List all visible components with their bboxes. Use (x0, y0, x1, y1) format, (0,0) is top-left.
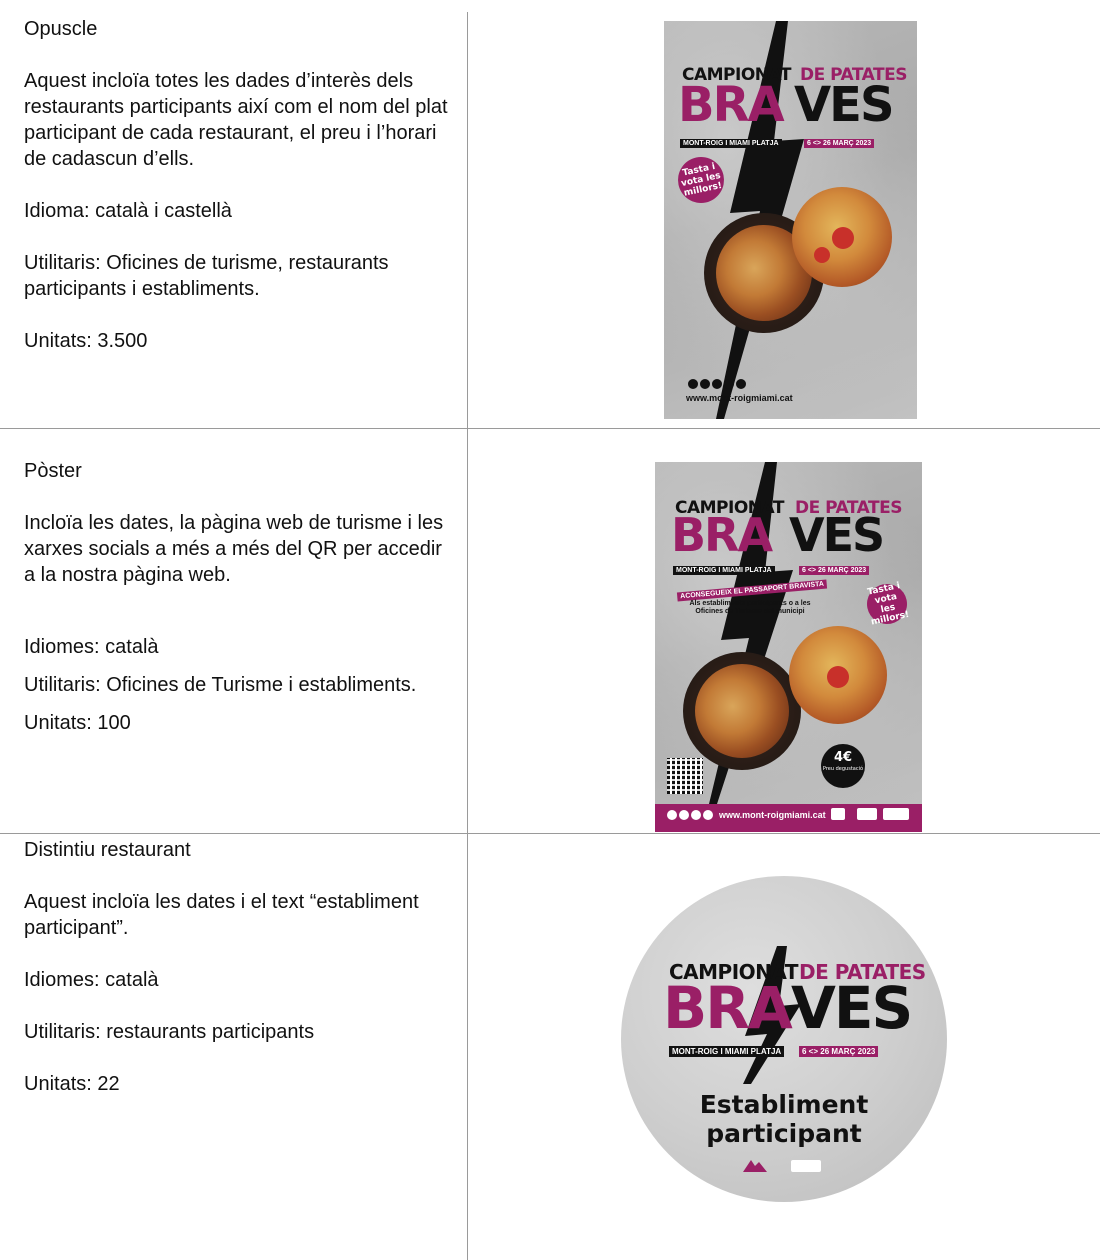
table-row-divider (0, 833, 1100, 834)
row-badge-text: Distintiu restaurant Aquest incloïa les … (24, 837, 454, 1097)
sauce-dot (827, 666, 849, 688)
poster-title-big-left: BRA (671, 508, 773, 562)
tasta-vota-badge: Tasta i vota les millors! (863, 580, 911, 628)
row-users: Utilitaris: Oficines de turisme, restaur… (24, 252, 389, 300)
poster-image: CAMPIONAT DE PATATES BRA VES MONT-ROIG I… (655, 462, 922, 832)
row-description: Aquest incloïa les dates i el text “esta… (24, 891, 419, 939)
price-badge: 4€ Preu degustació (821, 744, 865, 788)
row-units: Unitats: 3.500 (24, 330, 148, 352)
poster-website: www.mont-roigmiami.cat (686, 393, 793, 403)
sticker-location: MONT-ROIG I MIAMI PLATJA (669, 1046, 785, 1057)
sticker-text-line1: Establiment (699, 1090, 869, 1119)
row-description: Incloïa les dates, la pàgina web de turi… (24, 512, 444, 586)
sticker-title-big-right: VES (791, 974, 913, 1042)
facebook-icon (667, 810, 677, 820)
row-units: Unitats: 22 (24, 1073, 120, 1095)
row-units: Unitats: 100 (24, 712, 131, 734)
price-label: Preu degustació (822, 766, 864, 772)
facebook-icon (688, 379, 698, 389)
town-logo (831, 808, 845, 820)
price-value: 4€ (833, 750, 853, 765)
qr-code (667, 758, 703, 794)
sauce-dot (832, 227, 854, 249)
row-language: Idioma: català i castellà (24, 200, 232, 222)
table-row-divider (0, 428, 1100, 429)
opuscle-cover-image: CAMPIONAT DE PATATES BRA VES MONT-ROIG I… (664, 21, 917, 419)
row-users: Utilitaris: Oficines de Turisme i establ… (24, 674, 417, 696)
sauce-dot (814, 247, 830, 263)
tourism-logo (857, 808, 877, 820)
youtube-icon (724, 379, 734, 389)
poster-dates: 6 <> 26 MARÇ 2023 (804, 139, 875, 148)
social-icons (667, 810, 713, 820)
sticker-text-line2: participant (706, 1119, 862, 1148)
poster-website: www.mont-roigmiami.cat (719, 810, 826, 820)
instagram-icon (700, 379, 710, 389)
row-users: Utilitaris: restaurants participants (24, 1021, 315, 1043)
row-heading: Pòster (24, 460, 82, 482)
instagram-icon (679, 810, 689, 820)
row-poster-text: Pòster Incloïa les dates, la pàgina web … (24, 458, 454, 736)
poster-dates: 6 <> 26 MARÇ 2023 (799, 566, 870, 575)
row-language: Idiomes: català (24, 969, 159, 991)
town-logo (743, 1160, 767, 1172)
row-opuscle-text: Opuscle Aquest incloïa totes les dades d… (24, 16, 454, 354)
sticker-title-big-left: BRA (663, 974, 793, 1042)
tourism-logo (791, 1160, 821, 1172)
twitter-icon (691, 810, 701, 820)
passport-text: Als establiments participants o a les Of… (689, 600, 811, 615)
youtube-icon (703, 810, 713, 820)
costa-daurada-logo (883, 808, 909, 820)
row-language: Idiomes: català (24, 636, 159, 658)
twitter-icon (712, 379, 722, 389)
social-icons (688, 379, 746, 389)
row-heading: Opuscle (24, 18, 98, 40)
row-heading: Distintiu restaurant (24, 839, 191, 861)
poster-title-big-right: VES (789, 508, 885, 562)
poster-location: MONT-ROIG I MIAMI PLATJA (680, 139, 782, 148)
poster-location: MONT-ROIG I MIAMI PLATJA (673, 566, 775, 575)
tiktok-icon (736, 379, 746, 389)
sticker-dates: 6 <> 26 MARÇ 2023 (799, 1046, 879, 1057)
poster-title-big-left: BRA (678, 77, 785, 133)
restaurant-sticker-image: CAMPIONAT DE PATATES BRA VES MONT-ROIG I… (621, 876, 947, 1202)
table-column-divider (467, 12, 468, 1260)
paella-food (695, 664, 789, 758)
poster-title-big-right: VES (794, 77, 895, 133)
row-description: Aquest incloïa totes les dades d’interès… (24, 70, 448, 170)
